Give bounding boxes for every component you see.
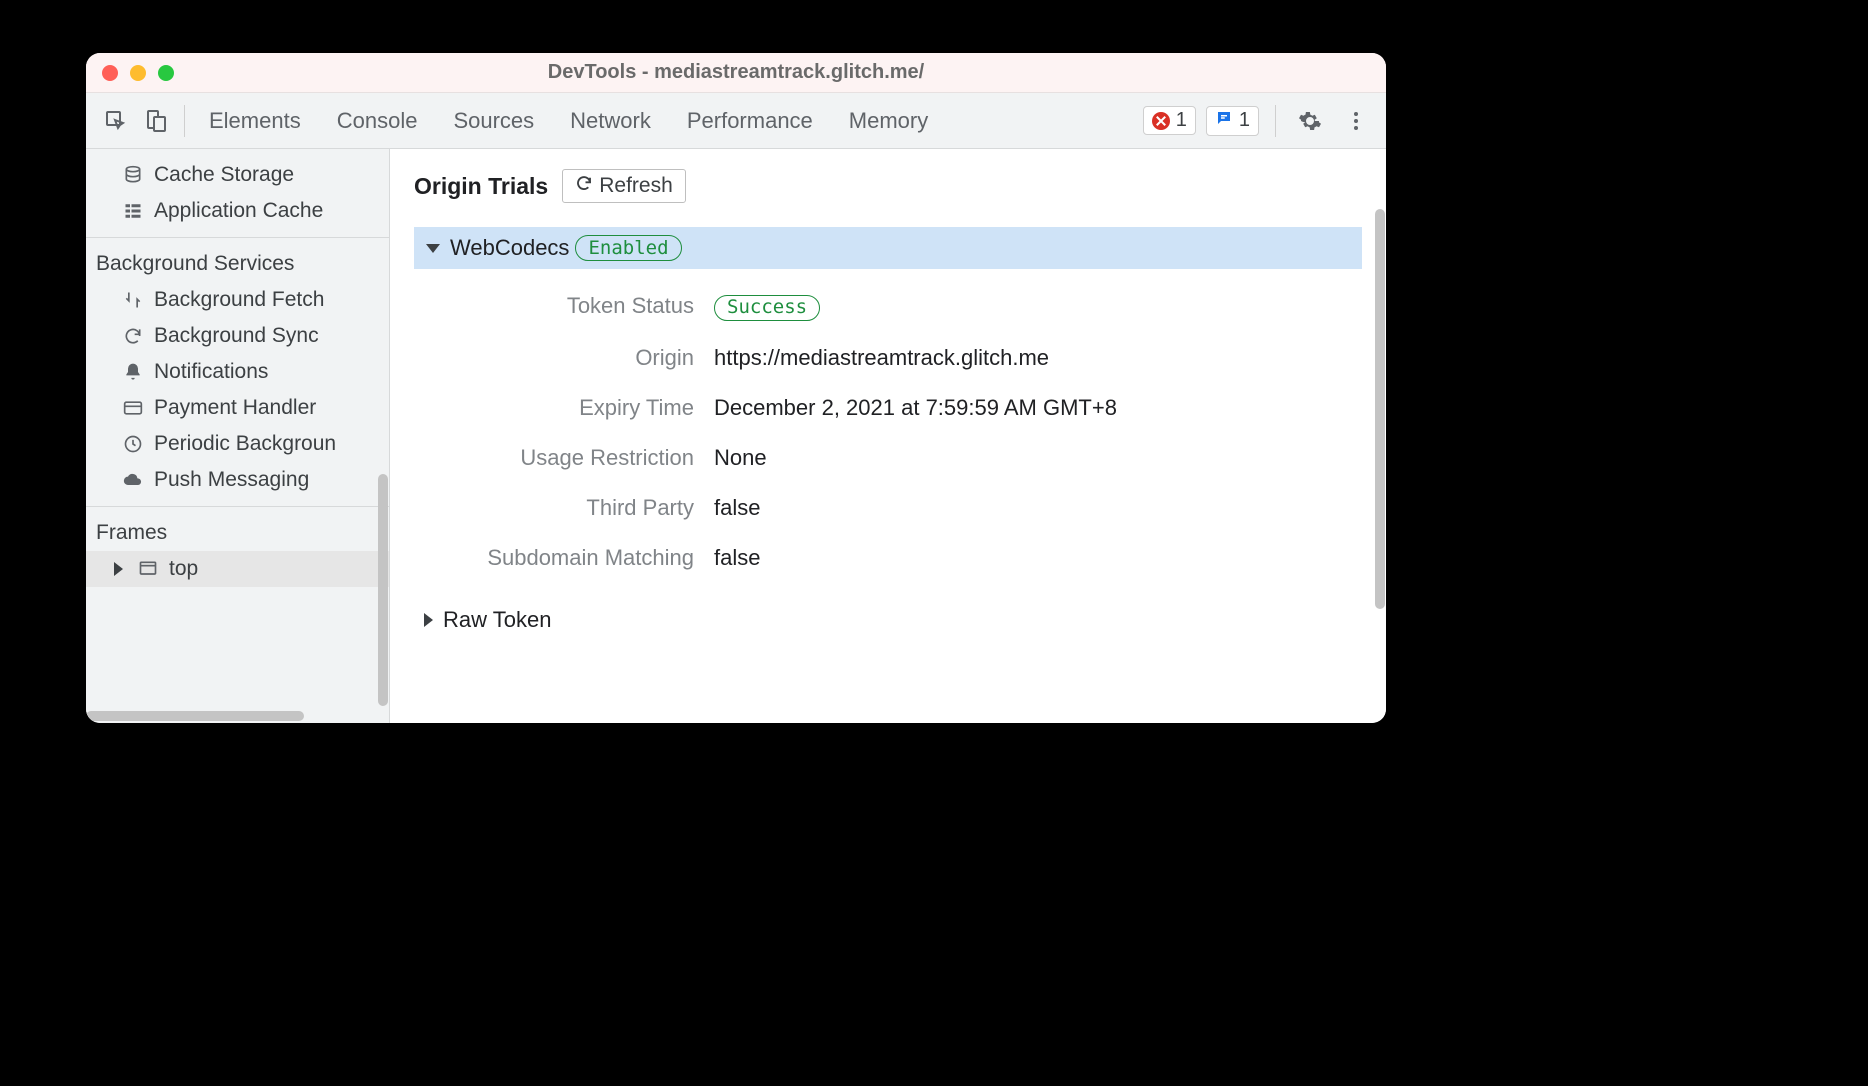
sidebar-item-push-messaging[interactable]: Push Messaging <box>86 462 389 498</box>
sidebar-item-application-cache[interactable]: Application Cache <box>86 193 389 229</box>
devtools-window: DevTools - mediastreamtrack.glitch.me/ E… <box>86 53 1386 723</box>
value-expiry: December 2, 2021 at 7:59:59 AM GMT+8 <box>714 395 1117 421</box>
minimize-window-button[interactable] <box>130 65 146 81</box>
label-origin: Origin <box>414 345 714 371</box>
expand-icon <box>424 613 433 627</box>
sidebar-item-label: top <box>169 557 198 581</box>
value-third-party: false <box>714 495 760 521</box>
sidebar-item-label: Application Cache <box>154 199 323 223</box>
toolbar-separator <box>184 105 185 137</box>
origin-trials-header: Origin Trials Refresh <box>414 169 1362 203</box>
expand-icon <box>114 562 123 576</box>
tab-sources[interactable]: Sources <box>453 108 534 134</box>
refresh-icon <box>575 174 593 198</box>
bell-icon <box>122 362 144 382</box>
sidebar-item-label: Background Sync <box>154 324 319 348</box>
devtools-toolbar: Elements Console Sources Network Perform… <box>86 93 1386 149</box>
tab-performance[interactable]: Performance <box>687 108 813 134</box>
origin-trials-title: Origin Trials <box>414 173 548 200</box>
tab-memory[interactable]: Memory <box>849 108 928 134</box>
sidebar-item-label: Notifications <box>154 360 268 384</box>
more-options-icon[interactable] <box>1338 103 1374 139</box>
cloud-icon <box>122 470 144 490</box>
window-title: DevTools - mediastreamtrack.glitch.me/ <box>86 61 1386 84</box>
sidebar-vertical-scrollbar[interactable] <box>378 474 388 706</box>
error-count: 1 <box>1176 109 1187 132</box>
clock-icon <box>122 434 144 454</box>
sidebar-item-background-sync[interactable]: Background Sync <box>86 318 389 354</box>
sidebar-separator <box>86 237 389 238</box>
titlebar: DevTools - mediastreamtrack.glitch.me/ <box>86 53 1386 93</box>
devtools-tabs: Elements Console Sources Network Perform… <box>209 108 928 134</box>
sidebar-item-periodic-background-sync[interactable]: Periodic Backgroun <box>86 426 389 462</box>
refresh-button[interactable]: Refresh <box>562 169 686 203</box>
row-usage-restriction: Usage Restriction None <box>414 433 1362 483</box>
sync-icon <box>122 326 144 346</box>
raw-token-row[interactable]: Raw Token <box>424 607 1362 633</box>
raw-token-label: Raw Token <box>443 607 551 633</box>
token-status-badge: Success <box>714 295 820 321</box>
row-origin: Origin https://mediastreamtrack.glitch.m… <box>414 333 1362 383</box>
sidebar-item-label: Push Messaging <box>154 468 309 492</box>
trial-name: WebCodecs <box>450 235 569 261</box>
sidebar-item-label: Cache Storage <box>154 163 294 187</box>
sidebar-item-label: Payment Handler <box>154 396 316 420</box>
sidebar-heading-frames: Frames <box>86 515 389 551</box>
grid-icon <box>122 202 144 220</box>
traffic-lights <box>102 65 174 81</box>
error-count-pill[interactable]: 1 <box>1143 106 1196 135</box>
sidebar-separator <box>86 506 389 507</box>
tab-elements[interactable]: Elements <box>209 108 301 134</box>
label-expiry: Expiry Time <box>414 395 714 421</box>
row-third-party: Third Party false <box>414 483 1362 533</box>
refresh-label: Refresh <box>599 174 673 198</box>
tab-console[interactable]: Console <box>337 108 418 134</box>
issues-count: 1 <box>1239 109 1250 132</box>
database-icon <box>122 165 144 185</box>
label-token-status: Token Status <box>414 293 714 321</box>
sidebar-item-notifications[interactable]: Notifications <box>86 354 389 390</box>
collapse-icon <box>426 244 440 253</box>
issues-icon <box>1215 109 1233 133</box>
device-toolbar-icon[interactable] <box>138 103 174 139</box>
settings-icon[interactable] <box>1292 103 1328 139</box>
sidebar-horizontal-scrollbar[interactable] <box>86 711 304 721</box>
value-origin: https://mediastreamtrack.glitch.me <box>714 345 1049 371</box>
fetch-icon <box>122 290 144 310</box>
sidebar-item-payment-handler[interactable]: Payment Handler <box>86 390 389 426</box>
frame-icon <box>137 559 159 579</box>
sidebar-item-cache-storage[interactable]: Cache Storage <box>86 157 389 193</box>
label-usage-restriction: Usage Restriction <box>414 445 714 471</box>
value-subdomain-matching: false <box>714 545 760 571</box>
toolbar-separator <box>1275 105 1276 137</box>
inspect-element-icon[interactable] <box>98 103 134 139</box>
tab-network[interactable]: Network <box>570 108 651 134</box>
row-subdomain-matching: Subdomain Matching false <box>414 533 1362 583</box>
sidebar-item-label: Background Fetch <box>154 288 324 312</box>
row-token-status: Token Status Success <box>414 281 1362 333</box>
sidebar-item-frame-top[interactable]: top <box>86 551 389 587</box>
issues-count-pill[interactable]: 1 <box>1206 106 1259 136</box>
trial-row-webcodecs[interactable]: WebCodecs Enabled <box>414 227 1362 269</box>
main-vertical-scrollbar[interactable] <box>1375 209 1385 609</box>
label-subdomain-matching: Subdomain Matching <box>414 545 714 571</box>
card-icon <box>122 398 144 418</box>
value-usage-restriction: None <box>714 445 767 471</box>
origin-trials-panel: Origin Trials Refresh WebCodecs Enabled … <box>390 149 1386 723</box>
error-icon <box>1152 112 1170 130</box>
sidebar-heading-background-services: Background Services <box>86 246 389 282</box>
trial-status-badge: Enabled <box>575 235 681 261</box>
maximize-window-button[interactable] <box>158 65 174 81</box>
sidebar-item-label: Periodic Backgroun <box>154 432 336 456</box>
toolbar-right: 1 1 <box>1143 103 1374 139</box>
label-third-party: Third Party <box>414 495 714 521</box>
sidebar-item-background-fetch[interactable]: Background Fetch <box>86 282 389 318</box>
trial-details-table: Token Status Success Origin https://medi… <box>414 281 1362 583</box>
application-sidebar: Cache Storage Application Cache Backgrou… <box>86 149 390 723</box>
close-window-button[interactable] <box>102 65 118 81</box>
devtools-body: Cache Storage Application Cache Backgrou… <box>86 149 1386 723</box>
row-expiry: Expiry Time December 2, 2021 at 7:59:59 … <box>414 383 1362 433</box>
